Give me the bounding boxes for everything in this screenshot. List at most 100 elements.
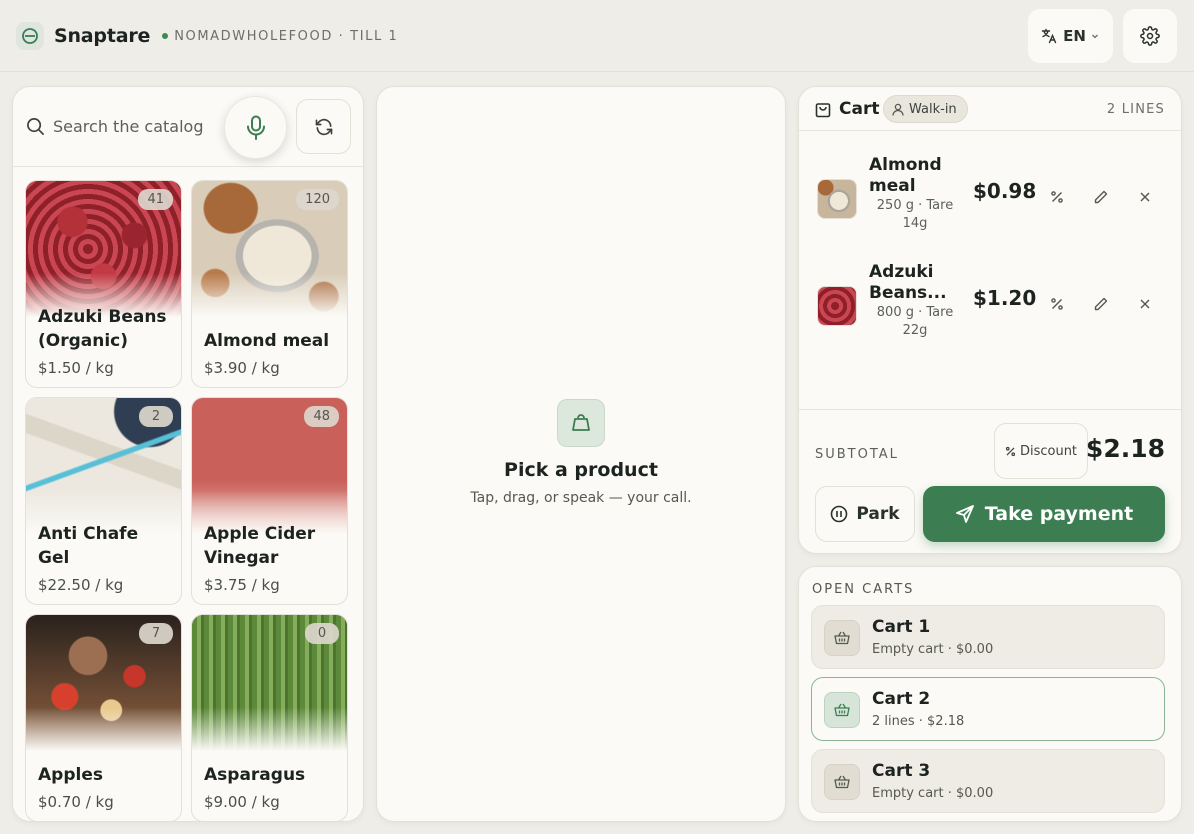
customer-label: Walk-in [909,101,957,117]
cart-footer: SUBTOTAL Discount $2.18 Park Take paymen… [799,409,1181,553]
product-card[interactable]: 48 Apple Cider Vinegar $3.75 / kg [191,397,348,605]
store-label: NOMADWHOLEFOOD · TILL 1 [174,28,399,44]
weight-icon [557,399,605,447]
settings-button[interactable] [1123,9,1177,63]
store-indicator: NOMADWHOLEFOOD · TILL 1 [162,29,398,44]
empty-state-subtitle: Tap, drag, or speak — your call. [470,490,692,506]
park-button[interactable]: Park [815,486,915,542]
pause-icon [830,505,848,523]
product-detail-panel: Pick a product Tap, drag, or speak — you… [376,86,786,822]
cart-discount-button[interactable]: Discount [994,423,1088,479]
product-card[interactable]: 41 Adzuki Beans (Organic) $1.50 / kg [25,180,182,388]
product-name: Apples [38,765,103,785]
product-price: $22.50 / kg [38,576,124,594]
park-label: Park [856,504,900,524]
open-cart-item[interactable]: Cart 3 Empty cart · $0.00 [811,749,1165,813]
stock-badge: 41 [138,189,173,210]
basket-icon [824,692,860,728]
stock-badge: 2 [139,406,173,427]
product-grid: 41 Adzuki Beans (Organic) $1.50 / kg 120… [25,180,351,821]
line-name: Adzuki Beans... [869,262,947,303]
product-card[interactable]: 2 Anti Chafe Gel $22.50 / kg [25,397,182,605]
line-name: Almond meal [869,155,942,196]
stock-badge: 0 [305,623,339,644]
product-card[interactable]: 0 Asparagus $9.00 / kg [191,614,348,821]
open-cart-name: Cart 1 [872,617,931,637]
refresh-button[interactable] [296,99,351,154]
line-remove-button[interactable] [1131,183,1159,211]
product-card[interactable]: 120 Almond meal $3.90 / kg [191,180,348,388]
percent-icon [1050,190,1064,204]
line-thumbnail [817,286,857,326]
language-button[interactable]: EN [1028,9,1113,63]
user-icon [892,103,904,116]
product-name: Anti Chafe Gel [38,524,139,568]
open-carts-title: OPEN CARTS [812,582,915,597]
line-edit-button[interactable] [1087,290,1115,318]
logo-icon [16,22,44,50]
take-payment-label: Take payment [984,503,1134,525]
refresh-icon [314,117,334,137]
line-detail: 250 g · Tare 14g [876,198,954,231]
line-remove-button[interactable] [1131,290,1159,318]
pencil-icon [1093,296,1109,312]
close-icon [1139,298,1151,310]
voice-search-button[interactable] [224,96,287,159]
open-cart-name: Cart 2 [872,689,931,709]
line-discount-button[interactable] [1043,183,1071,211]
open-cart-item[interactable]: Cart 1 Empty cart · $0.00 [811,605,1165,669]
stock-badge: 48 [304,406,339,427]
percent-icon [1050,297,1064,311]
product-name: Adzuki Beans (Organic) [38,307,167,351]
app-title: Snaptare [54,25,151,47]
basket-icon [824,620,860,656]
basket-icon [824,764,860,800]
stock-badge: 120 [296,189,339,210]
chevron-down-icon [1090,31,1100,41]
product-name: Asparagus [204,765,306,785]
product-price: $3.75 / kg [204,576,280,594]
product-name: Almond meal [204,331,330,351]
cart-title: Cart [839,99,880,119]
search-bar [13,87,363,167]
product-price: $1.50 / kg [38,359,114,377]
cart-header: Cart Walk-in 2 LINES [799,87,1181,131]
subtotal-value: $2.18 [1085,434,1165,463]
subtotal-label: SUBTOTAL [815,447,899,462]
status-dot-icon [162,33,169,39]
line-discount-button[interactable] [1043,290,1071,318]
line-price: $1.20 [973,286,1037,310]
open-cart-meta: 2 lines · $2.18 [872,714,965,729]
line-price: $0.98 [973,179,1037,203]
cart-line-count: 2 LINES [1106,102,1165,117]
brand: Snaptare NOMADWHOLEFOOD · TILL 1 [16,22,398,50]
product-card[interactable]: 7 Apples $0.70 / kg [25,614,182,821]
percent-icon [1005,446,1016,457]
open-cart-name: Cart 3 [872,761,931,781]
line-edit-button[interactable] [1087,183,1115,211]
send-icon [955,504,975,524]
search-input[interactable] [53,113,213,139]
customer-selector[interactable]: Walk-in [883,95,968,123]
line-detail: 800 g · Tare 22g [876,305,954,338]
product-price: $3.90 / kg [204,359,280,377]
open-cart-meta: Empty cart · $0.00 [872,642,994,657]
app-header: Snaptare NOMADWHOLEFOOD · TILL 1 EN [0,0,1194,72]
shopping-bag-icon [815,100,831,118]
cart-line[interactable]: Adzuki Beans... 800 g · Tare 22g $1.20 [799,248,1181,348]
pencil-icon [1093,189,1109,205]
line-thumbnail [817,179,857,219]
cart-line[interactable]: Almond meal 250 g · Tare 14g $0.98 [799,141,1181,241]
open-cart-item[interactable]: Cart 2 2 lines · $2.18 [811,677,1165,741]
product-name: Apple Cider Vinegar [204,524,316,568]
catalog-panel: 41 Adzuki Beans (Organic) $1.50 / kg 120… [12,86,364,822]
discount-label: Discount [1019,443,1078,459]
open-cart-meta: Empty cart · $0.00 [872,786,994,801]
open-carts-panel: OPEN CARTS Cart 1 Empty cart · $0.00 Car… [798,566,1182,822]
search-icon [26,117,45,136]
take-payment-button[interactable]: Take payment [923,486,1165,542]
language-label: EN [1063,27,1086,45]
gear-icon [1140,26,1160,46]
microphone-icon [245,115,267,141]
product-price: $9.00 / kg [204,793,280,811]
